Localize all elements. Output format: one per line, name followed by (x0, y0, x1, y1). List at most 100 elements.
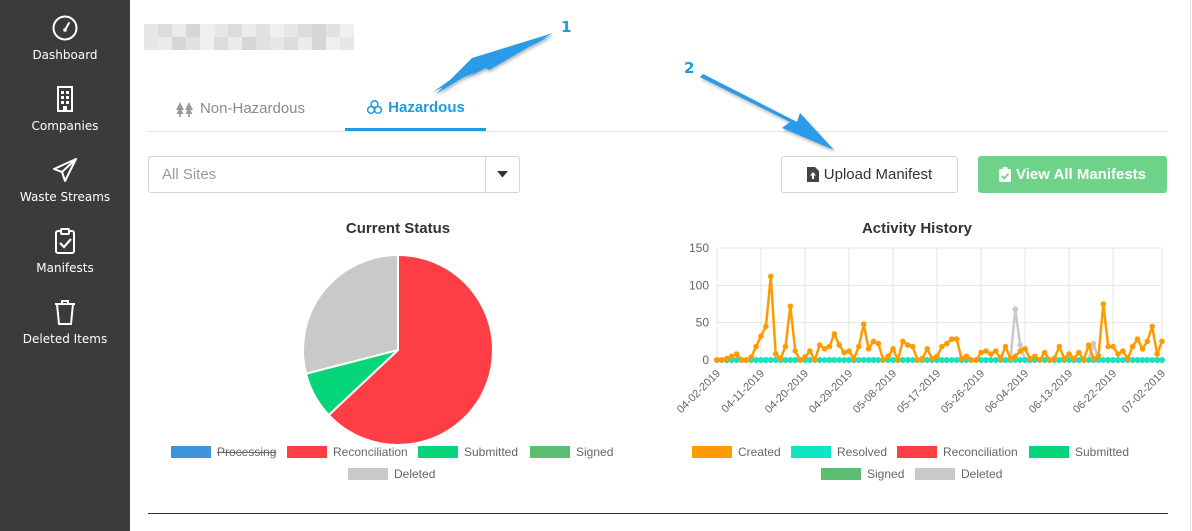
data-point-created[interactable] (890, 346, 896, 352)
data-point-created[interactable] (1139, 346, 1146, 352)
data-point-created[interactable] (856, 343, 862, 350)
data-point-created[interactable] (1090, 355, 1097, 362)
data-point-resolved[interactable] (900, 357, 906, 363)
data-point-resolved[interactable] (1159, 357, 1165, 363)
legend-reconciliation-activity[interactable]: Reconciliation (897, 445, 1018, 459)
data-point-created[interactable] (895, 357, 901, 363)
data-point-resolved[interactable] (763, 357, 769, 363)
data-point-created[interactable] (851, 355, 857, 362)
legend-resolved[interactable]: Resolved (791, 445, 887, 459)
data-point-resolved[interactable] (870, 357, 877, 363)
data-point-resolved[interactable] (841, 357, 847, 363)
data-point-created[interactable] (963, 353, 970, 360)
data-point-resolved[interactable] (948, 357, 955, 363)
site-filter-select[interactable]: All Sites (148, 156, 520, 193)
data-point-resolved[interactable] (1115, 357, 1121, 363)
data-point-created[interactable] (1027, 355, 1033, 362)
data-point-created[interactable] (1061, 355, 1067, 362)
data-point-resolved[interactable] (1100, 357, 1107, 363)
data-point-resolved[interactable] (953, 357, 960, 363)
data-point-resolved[interactable] (782, 357, 789, 363)
data-point-resolved[interactable] (939, 357, 945, 363)
data-point-resolved[interactable] (860, 357, 867, 363)
legend-submitted[interactable]: Submitted (418, 445, 518, 459)
data-point-resolved[interactable] (992, 357, 999, 363)
data-point-created[interactable] (1012, 353, 1019, 360)
data-point-created[interactable] (767, 273, 774, 280)
data-point-resolved[interactable] (836, 357, 843, 363)
data-point-resolved[interactable] (944, 357, 950, 363)
legend-signed[interactable]: Signed (530, 445, 613, 459)
data-point-resolved[interactable] (807, 357, 813, 363)
data-point-resolved[interactable] (846, 357, 852, 363)
data-point-created[interactable] (1124, 355, 1131, 362)
data-point-created[interactable] (1095, 353, 1102, 360)
data-point-created[interactable] (997, 355, 1004, 362)
data-point-created[interactable] (753, 343, 759, 350)
data-point-resolved[interactable] (1002, 357, 1009, 363)
data-point-created[interactable] (1066, 351, 1072, 357)
data-point-created[interactable] (1134, 336, 1141, 342)
data-point-created[interactable] (758, 333, 764, 339)
data-point-created[interactable] (865, 346, 872, 352)
data-point-resolved[interactable] (1120, 357, 1126, 363)
data-point-deleted[interactable] (1017, 342, 1023, 348)
data-point-deleted[interactable] (1012, 306, 1019, 313)
data-point-resolved[interactable] (767, 357, 774, 363)
data-point-resolved[interactable] (890, 357, 896, 363)
data-point-resolved[interactable] (772, 357, 779, 363)
data-point-created[interactable] (797, 357, 803, 363)
data-point-created[interactable] (831, 331, 838, 337)
data-point-created[interactable] (924, 346, 931, 352)
data-point-resolved[interactable] (1139, 357, 1146, 363)
dropdown-toggle[interactable] (485, 157, 519, 192)
upload-manifest-button[interactable]: Upload Manifest (781, 156, 958, 193)
data-point-created[interactable] (1002, 343, 1009, 350)
sidebar-item-waste-streams[interactable]: Waste Streams (0, 156, 130, 218)
data-point-resolved[interactable] (988, 357, 994, 363)
data-point-created[interactable] (807, 348, 813, 354)
data-point-created[interactable] (1154, 351, 1160, 357)
sidebar-item-deleted-items[interactable]: Deleted Items (0, 298, 130, 360)
data-point-resolved[interactable] (1076, 357, 1082, 363)
data-point-resolved[interactable] (826, 357, 833, 363)
data-point-created[interactable] (909, 343, 916, 350)
data-point-resolved[interactable] (1017, 357, 1023, 363)
data-point-created[interactable] (875, 340, 882, 347)
data-point-created[interactable] (860, 321, 867, 327)
data-point-created[interactable] (973, 357, 979, 363)
data-point-created[interactable] (880, 357, 887, 363)
data-point-created[interactable] (728, 353, 735, 360)
data-point-created[interactable] (1041, 349, 1048, 356)
data-point-resolved[interactable] (924, 357, 931, 363)
data-point-resolved[interactable] (1129, 357, 1136, 363)
data-point-created[interactable] (836, 342, 843, 348)
legend-deleted[interactable]: Deleted (348, 467, 435, 481)
data-point-created[interactable] (885, 353, 891, 360)
view-all-manifests-button[interactable]: View All Manifests (978, 156, 1167, 193)
sidebar-item-companies[interactable]: Companies (0, 85, 130, 147)
data-point-created[interactable] (782, 343, 789, 350)
data-point-resolved[interactable] (904, 357, 911, 363)
data-point-created[interactable] (983, 348, 989, 354)
data-point-resolved[interactable] (758, 357, 764, 363)
data-point-created[interactable] (846, 348, 852, 354)
data-point-created[interactable] (748, 354, 755, 360)
data-point-created[interactable] (777, 355, 784, 362)
data-point-created[interactable] (772, 351, 779, 357)
legend-reconciliation[interactable]: Reconciliation (287, 445, 408, 459)
data-point-created[interactable] (1056, 343, 1063, 350)
data-point-created[interactable] (1007, 355, 1014, 362)
data-point-created[interactable] (939, 343, 945, 350)
data-point-created[interactable] (1100, 301, 1107, 307)
data-point-resolved[interactable] (1066, 357, 1072, 363)
data-point-created[interactable] (816, 342, 823, 348)
data-point-created[interactable] (929, 355, 935, 362)
data-point-resolved[interactable] (1154, 357, 1160, 363)
data-point-created[interactable] (1105, 343, 1112, 350)
data-point-created[interactable] (802, 354, 808, 360)
data-point-created[interactable] (763, 323, 769, 330)
data-point-created[interactable] (787, 303, 794, 310)
data-point-created[interactable] (733, 351, 740, 357)
data-point-resolved[interactable] (983, 357, 989, 363)
